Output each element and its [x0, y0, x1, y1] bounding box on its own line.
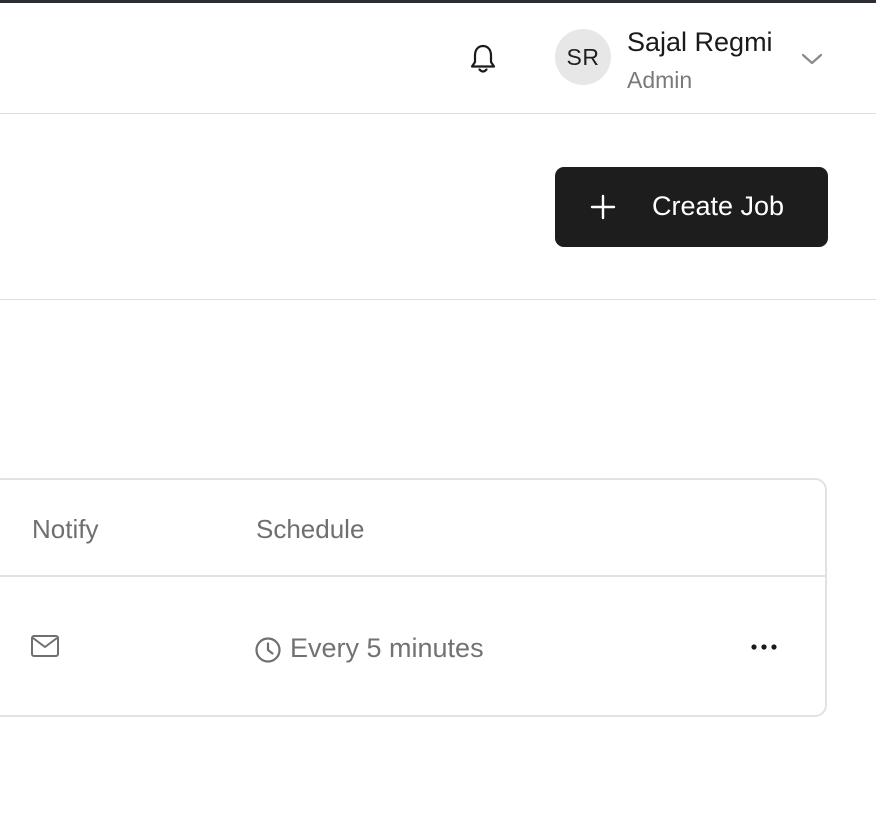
- user-name: Sajal Regmi: [627, 27, 773, 57]
- more-horizontal-icon: [751, 644, 777, 650]
- user-menu-toggle[interactable]: [800, 49, 824, 69]
- top-header: SR Sajal Regmi Admin: [0, 3, 876, 114]
- mail-icon: [31, 635, 59, 657]
- user-role: Admin: [627, 67, 693, 93]
- create-job-button[interactable]: Create Job: [555, 167, 828, 247]
- page-toolbar: Create Job: [0, 114, 876, 300]
- schedule-cell: Every 5 minutes: [254, 631, 484, 665]
- avatar-initials: SR: [566, 43, 600, 70]
- create-job-label: Create Job: [652, 191, 785, 221]
- column-header-notify: Notify: [32, 514, 99, 544]
- jobs-table: Notify Schedule Every 5 minutes: [0, 478, 827, 717]
- chevron-down-icon: [801, 53, 823, 65]
- notifications-button[interactable]: [466, 40, 500, 78]
- table-row[interactable]: Every 5 minutes: [0, 577, 825, 715]
- plus-icon: [590, 194, 616, 220]
- bell-icon: [470, 44, 496, 73]
- avatar[interactable]: SR: [555, 29, 611, 85]
- column-header-schedule: Schedule: [256, 514, 365, 544]
- schedule-text: Every 5 minutes: [290, 632, 484, 663]
- table-header: Notify Schedule: [0, 480, 825, 577]
- row-actions-button[interactable]: [744, 627, 784, 667]
- clock-icon: [255, 637, 281, 663]
